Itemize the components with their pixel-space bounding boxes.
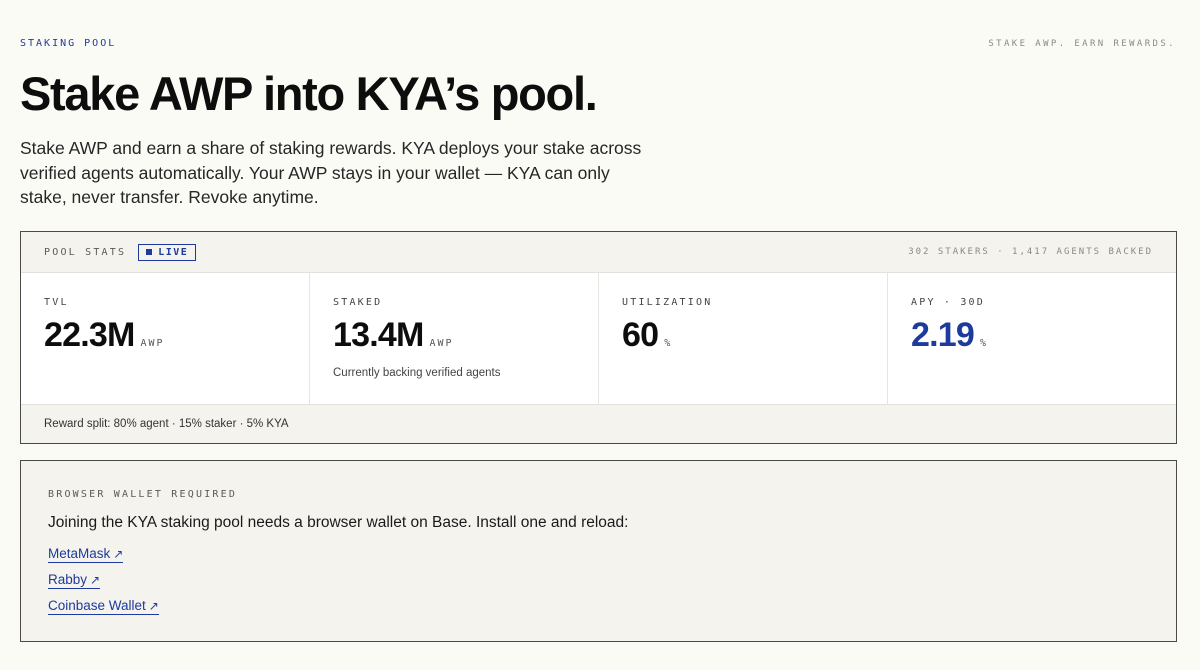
metamask-link[interactable]: MetaMask ↗ — [48, 546, 124, 563]
wallet-link-label: Coinbase Wallet — [48, 598, 146, 613]
external-link-icon: ↗ — [148, 599, 159, 613]
stats-grid: TVL 22.3M AWP STAKED 13.4M AWP Currently… — [21, 273, 1176, 404]
rabby-link[interactable]: Rabby ↗ — [48, 572, 101, 589]
stat-unit: % — [664, 338, 673, 349]
stat-tvl: TVL 22.3M AWP — [21, 273, 310, 404]
stat-value: 22.3M — [44, 316, 135, 354]
stat-staked: STAKED 13.4M AWP Currently backing verif… — [310, 273, 599, 404]
pool-stats-meta: 302 STAKERS · 1,417 AGENTS BACKED — [908, 247, 1153, 257]
wallet-link-label: MetaMask — [48, 546, 111, 561]
page-intro: Stake AWP and earn a share of staking re… — [20, 138, 642, 207]
stat-value: 2.19 — [911, 316, 975, 354]
live-badge: LIVE — [138, 243, 197, 261]
coinbase-wallet-link[interactable]: Coinbase Wallet ↗ — [48, 598, 159, 615]
pool-stats-label: POOL STATS — [44, 246, 127, 258]
pool-stats-header: POOL STATS LIVE 302 STAKERS · 1,417 AGEN… — [21, 232, 1176, 273]
wallet-required-text: Joining the KYA staking pool needs a bro… — [48, 514, 629, 531]
stat-label: TVL — [44, 297, 69, 308]
wallet-required-card: BROWSER WALLET REQUIRED Joining the KYA … — [20, 460, 1177, 642]
stat-apy: APY · 30D 2.19 % — [888, 273, 1176, 404]
live-dot-icon — [146, 249, 153, 255]
stat-value: 60 — [622, 316, 659, 354]
wallet-links: MetaMask ↗ Rabby ↗ Coinbase Wallet ↗ — [48, 546, 1149, 615]
stat-unit: AWP — [140, 338, 165, 349]
stat-unit: % — [979, 338, 989, 349]
live-badge-label: LIVE — [158, 246, 189, 258]
stat-utilization: UTILIZATION 60 % — [599, 273, 888, 404]
page-title: Stake AWP into KYA’s pool. — [20, 67, 598, 120]
pool-stats-card: POOL STATS LIVE 302 STAKERS · 1,417 AGEN… — [20, 231, 1177, 444]
stat-note: Currently backing verified agents — [333, 367, 501, 379]
stat-unit: AWP — [429, 338, 454, 349]
external-link-icon: ↗ — [113, 547, 124, 561]
stat-label: APY · 30D — [911, 297, 985, 308]
wallet-required-label: BROWSER WALLET REQUIRED — [48, 489, 238, 500]
stat-label: UTILIZATION — [622, 297, 713, 308]
reward-split-footer: Reward split: 80% agent · 15% staker · 5… — [21, 404, 1176, 443]
page-tagline: STAKE AWP. EARN REWARDS. — [988, 39, 1176, 49]
stat-value: 13.4M — [333, 316, 424, 354]
wallet-link-label: Rabby — [48, 572, 88, 587]
page-eyebrow: STAKING POOL — [20, 38, 117, 49]
stat-label: STAKED — [333, 297, 383, 308]
external-link-icon: ↗ — [90, 573, 101, 587]
